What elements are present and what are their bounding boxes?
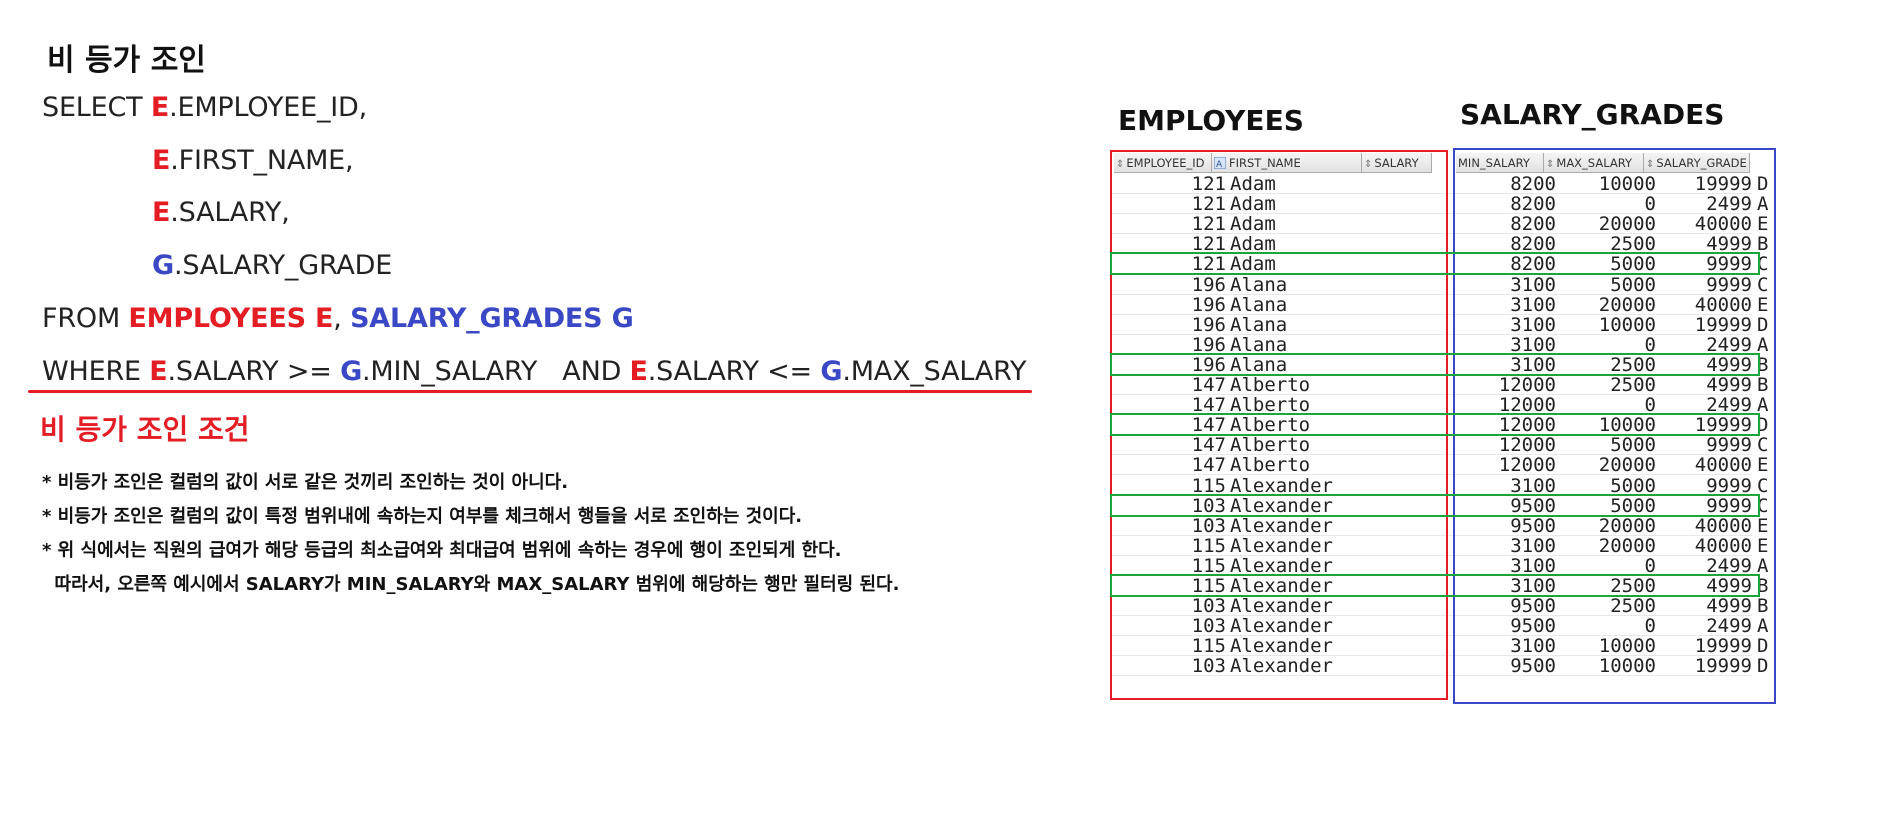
- match-highlight-box: [1110, 413, 1760, 437]
- sql-table-salary-grades: SALARY_GRADES G: [350, 303, 634, 334]
- sql-alias-e: E: [152, 197, 171, 228]
- match-highlight-box: [1110, 574, 1760, 597]
- sql-column: .SALARY,: [170, 197, 290, 228]
- sql-alias-g: G: [340, 356, 363, 387]
- sql-select-line: SELECT E.EMPLOYEE_ID,: [42, 92, 367, 123]
- match-highlight-box: [1110, 252, 1760, 276]
- salary-grades-title: SALARY_GRADES: [1460, 98, 1725, 131]
- sql-comma: ,: [333, 303, 351, 334]
- sql-alias-e: E: [629, 356, 648, 387]
- sql-column-line: E.FIRST_NAME,: [152, 145, 354, 176]
- sql-alias-g: G: [820, 356, 843, 387]
- note-line: * 위 식에서는 직원의 급여가 해당 등급의 최소급여와 최대급여 범위에 속…: [42, 540, 842, 561]
- sql-alias-e: E: [150, 92, 170, 123]
- sql-condition: .MIN_SALARY AND: [362, 356, 630, 387]
- condition-underline: [28, 390, 1032, 393]
- sql-keyword-select: SELECT: [42, 92, 151, 123]
- sql-condition: .SALARY >=: [167, 356, 341, 387]
- section-title: 비 등가 조인: [47, 43, 206, 78]
- sql-column: .EMPLOYEE_ID,: [169, 92, 368, 123]
- note-line: * 비등가 조인은 컬럼의 값이 특정 범위내에 속하는지 여부를 체크해서 행…: [42, 506, 803, 527]
- sql-where-line: WHERE E.SALARY >= G.MIN_SALARY AND E.SAL…: [42, 356, 1026, 387]
- note-line: * 비등가 조인은 컬럼의 값이 서로 같은 것끼리 조인하는 것이 아니다.: [42, 472, 569, 493]
- sql-condition: .MAX_SALARY: [842, 356, 1027, 387]
- sql-keyword-from: FROM: [42, 303, 129, 334]
- sql-column: .FIRST_NAME,: [170, 145, 354, 176]
- sql-condition: .SALARY <=: [647, 356, 821, 387]
- condition-label: 비 등가 조인 조건: [40, 413, 250, 446]
- sql-column-line: G.SALARY_GRADE: [152, 250, 392, 281]
- sql-from-line: FROM EMPLOYEES E, SALARY_GRADES G: [42, 303, 634, 334]
- sql-column: .SALARY_GRADE: [173, 250, 393, 281]
- sql-column-line: E.SALARY,: [152, 197, 290, 228]
- sql-keyword-where: WHERE: [42, 356, 150, 387]
- note-line: 따라서, 오른쪽 예시에서 SALARY가 MIN_SALARY와 MAX_SA…: [42, 574, 900, 595]
- match-highlight-box: [1110, 493, 1760, 517]
- sql-alias-e: E: [149, 356, 168, 387]
- sql-alias-e: E: [152, 145, 171, 176]
- sql-table-employees: EMPLOYEES E: [128, 303, 334, 334]
- match-highlight-box: [1110, 352, 1760, 376]
- sql-alias-g: G: [152, 250, 174, 281]
- employees-title: EMPLOYEES: [1118, 104, 1304, 137]
